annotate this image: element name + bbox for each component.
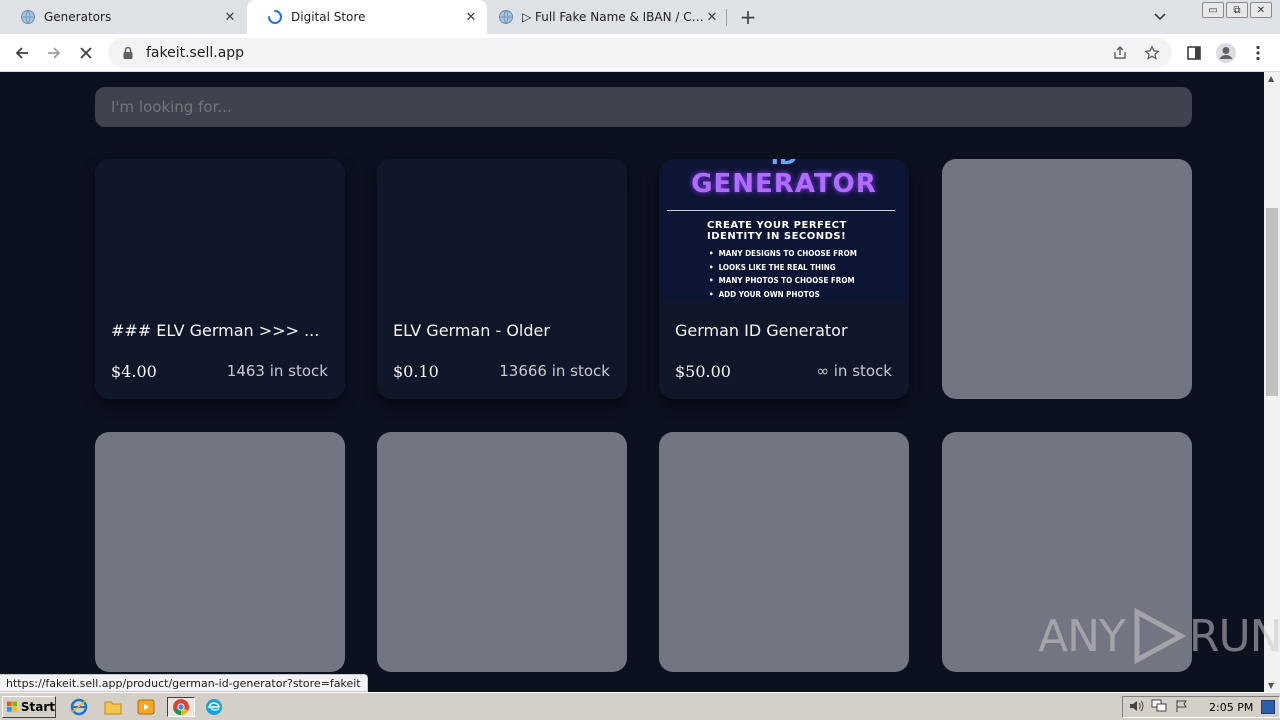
product-name: ### ELV German >>> ... — [111, 321, 320, 340]
product-image: ID GENERATOR CREATE YOUR PERFECT IDENTIT… — [659, 159, 909, 301]
profile-avatar-icon — [1216, 43, 1236, 63]
side-panel-button[interactable] — [1180, 39, 1208, 67]
menu-button[interactable] — [1244, 39, 1272, 67]
close-tab-icon[interactable]: ✕ — [222, 9, 238, 25]
stop-x-icon — [80, 47, 92, 59]
windows-logo-icon — [7, 701, 18, 712]
globe-icon — [498, 9, 514, 25]
loading-card-placeholder — [95, 432, 345, 672]
share-icon[interactable] — [1108, 41, 1132, 65]
scrollbar-thumb[interactable] — [1266, 208, 1278, 396]
product-name: ELV German - Older — [393, 321, 550, 340]
product-card[interactable]: ### ELV German >>> ... $4.00 1463 in sto… — [95, 159, 345, 399]
media-player-icon[interactable] — [135, 697, 157, 717]
window-controls: ▭ ⧉ ✕ — [1202, 2, 1272, 18]
play-triangle-icon — [1134, 607, 1187, 665]
edge-icon[interactable] — [203, 697, 225, 717]
new-tab-button[interactable]: + — [736, 5, 760, 29]
promo-banner: ID GENERATOR CREATE YOUR PERFECT IDENTIT… — [659, 159, 909, 301]
windows-taskbar: Start 2:05 PM — [0, 692, 1280, 720]
profile-button[interactable] — [1212, 39, 1240, 67]
product-price: $0.10 — [393, 362, 439, 381]
system-tray: 2:05 PM — [1122, 696, 1280, 718]
anyrun-watermark: ANY RUN — [1038, 606, 1280, 666]
watermark-text: ANY — [1038, 610, 1126, 662]
tab-generators[interactable]: Generators ✕ — [0, 0, 246, 34]
promo-subheading: CREATE YOUR PERFECT IDENTITY IN SECONDS! — [707, 220, 847, 242]
forward-arrow-icon — [48, 47, 61, 59]
side-panel-icon — [1187, 46, 1201, 60]
close-tab-icon[interactable]: ✕ — [704, 9, 720, 25]
back-arrow-icon — [15, 47, 28, 59]
watermark-text: RUN — [1188, 610, 1280, 662]
tab-title: ▷ Full Fake Name & IBAN / Credit Ca — [522, 10, 704, 24]
tab-search-chevron-icon[interactable] — [1150, 7, 1170, 27]
promo-bullet: LOOKS LIKE THE REAL THING — [709, 261, 857, 275]
product-stock: 1463 in stock — [226, 362, 328, 380]
loading-spinner-icon — [267, 9, 283, 25]
promo-subheading-line: CREATE YOUR PERFECT — [707, 220, 847, 231]
network-icon[interactable] — [1151, 698, 1167, 717]
restore-button[interactable]: ⧉ — [1226, 2, 1248, 18]
status-bar-url: https://fakeit.sell.app/product/german-i… — [0, 674, 368, 692]
stop-loading-button[interactable] — [72, 39, 100, 67]
promo-bullet: MANY PHOTOS TO CHOOSE FROM — [709, 274, 857, 288]
promo-bullet: ADD YOUR OWN PHOTOS — [709, 288, 857, 302]
close-tab-icon[interactable]: ✕ — [463, 9, 479, 25]
taskbar-clock[interactable]: 2:05 PM — [1209, 701, 1253, 714]
url-text: fakeit.sell.app — [146, 45, 245, 61]
scroll-up-arrow-icon[interactable]: ▲ — [1268, 74, 1274, 83]
scroll-down-arrow-icon[interactable]: ▼ — [1268, 681, 1274, 690]
start-button[interactable]: Start — [2, 696, 56, 718]
lock-icon[interactable] — [120, 45, 136, 61]
promo-divider — [667, 210, 895, 211]
tab-digital-store[interactable]: Digital Store ✕ — [247, 0, 487, 34]
loading-card-placeholder — [377, 432, 627, 672]
back-button[interactable] — [8, 39, 36, 67]
volume-icon[interactable] — [1129, 698, 1145, 717]
forward-button[interactable] — [40, 39, 68, 67]
vertical-scrollbar[interactable]: ▲ ▼ — [1264, 72, 1280, 692]
browser-toolbar: fakeit.sell.app — [0, 34, 1280, 72]
promo-subheading-line: IDENTITY IN SECONDS! — [707, 231, 847, 242]
product-card[interactable]: ID GENERATOR CREATE YOUR PERFECT IDENTIT… — [659, 159, 909, 399]
address-bar[interactable]: fakeit.sell.app — [108, 38, 1172, 68]
globe-icon — [20, 9, 36, 25]
product-name: German ID Generator — [675, 321, 848, 340]
promo-heading: GENERATOR — [691, 169, 877, 199]
product-price: $50.00 — [675, 362, 731, 381]
file-explorer-icon[interactable] — [102, 697, 124, 717]
start-label: Start — [20, 700, 55, 714]
show-desktop-icon[interactable] — [1261, 700, 1275, 714]
minimize-button[interactable]: ▭ — [1202, 2, 1224, 18]
product-search-input[interactable] — [95, 87, 1192, 127]
product-stock: 13666 in stock — [499, 362, 610, 380]
bookmark-star-icon[interactable] — [1140, 41, 1164, 65]
internet-explorer-icon[interactable] — [68, 697, 90, 717]
action-center-flag-icon[interactable] — [1175, 698, 1189, 717]
product-stock: ∞ in stock — [816, 362, 892, 380]
kebab-menu-icon — [1256, 45, 1260, 61]
promo-bullets: MANY DESIGNS TO CHOOSE FROM LOOKS LIKE T… — [709, 247, 857, 301]
tab-separator — [726, 9, 727, 26]
product-price: $4.00 — [111, 362, 157, 381]
store-page: ### ELV German >>> ... $4.00 1463 in sto… — [0, 72, 1264, 692]
product-card[interactable]: ELV German - Older $0.10 13666 in stock — [377, 159, 627, 399]
loading-card-placeholder — [659, 432, 909, 672]
tab-fake-name[interactable]: ▷ Full Fake Name & IBAN / Credit Ca ✕ — [478, 0, 728, 34]
loading-card-placeholder — [942, 159, 1192, 399]
tab-title: Generators — [44, 10, 112, 24]
close-window-button[interactable]: ✕ — [1250, 2, 1272, 18]
promo-bullet: MANY DESIGNS TO CHOOSE FROM — [709, 247, 857, 261]
tab-title: Digital Store — [291, 10, 366, 24]
chrome-icon[interactable] — [167, 697, 195, 717]
tab-strip: Generators ✕ Digital Store ✕ ▷ Full Fake… — [0, 0, 1280, 34]
